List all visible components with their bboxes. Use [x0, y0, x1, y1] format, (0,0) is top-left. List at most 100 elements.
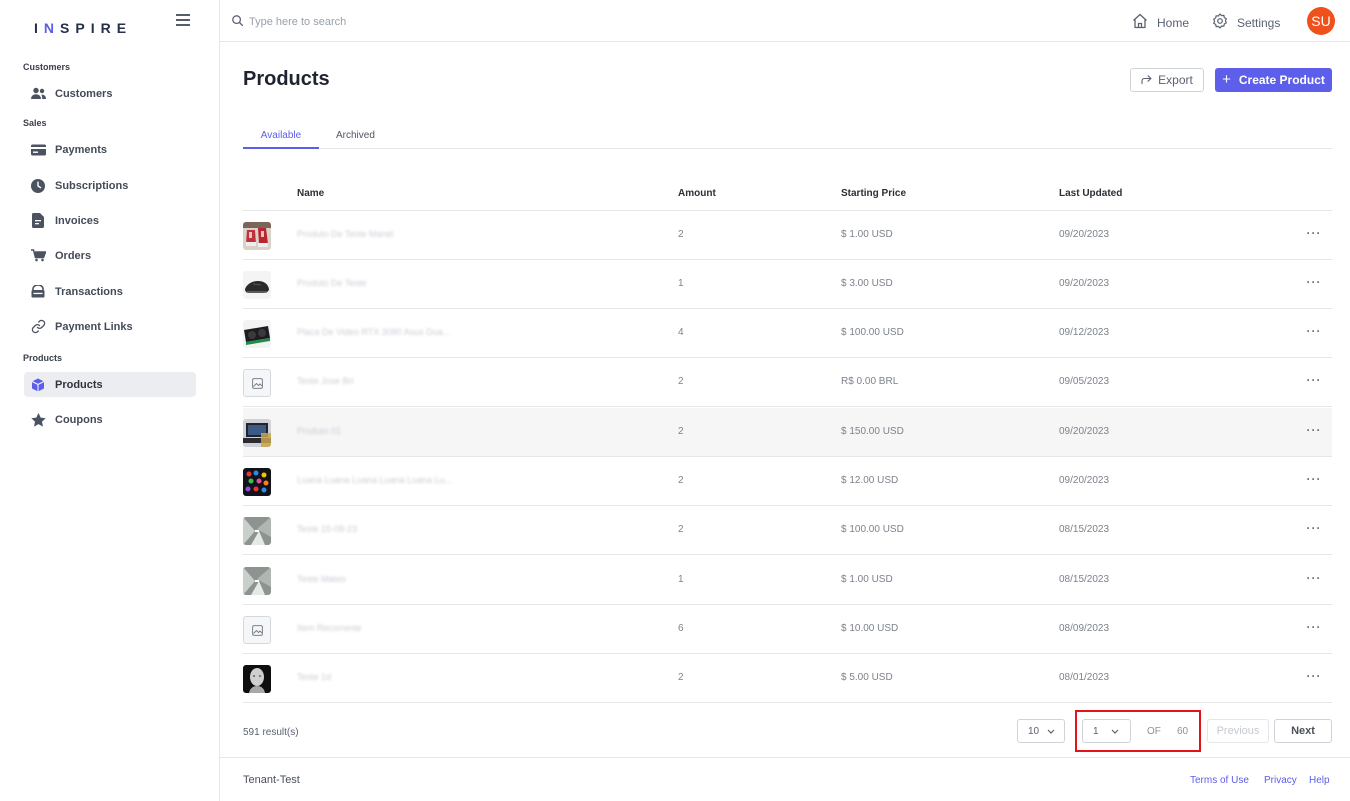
- product-price: $ 5.00 USD: [841, 672, 893, 683]
- table-row[interactable]: Teste 15-08-23 2 $ 100.00 USD 08/15/2023…: [243, 506, 1332, 555]
- product-amount: 2: [678, 426, 684, 437]
- gear-icon: [1212, 13, 1228, 32]
- privacy-link[interactable]: Privacy: [1264, 775, 1297, 786]
- product-name[interactable]: Item Recorrente: [297, 623, 362, 633]
- product-amount: 2: [678, 376, 684, 387]
- sidebar-item-subscriptions[interactable]: Subscriptions: [24, 173, 196, 198]
- sidebar-item-label: Orders: [55, 249, 92, 262]
- menu-toggle-icon[interactable]: [176, 14, 190, 26]
- product-thumbnail: [243, 468, 271, 496]
- product-updated: 08/09/2023: [1059, 623, 1110, 634]
- product-name[interactable]: Produto 01: [297, 426, 341, 436]
- sidebar-item-payment-links[interactable]: Payment Links: [24, 314, 196, 339]
- sidebar-item-invoices[interactable]: Invoices: [24, 208, 196, 233]
- more-horizontal-icon[interactable]: ···: [1306, 422, 1322, 438]
- terms-link[interactable]: Terms of Use: [1190, 775, 1249, 786]
- product-name[interactable]: Teste 1d: [297, 672, 331, 682]
- home-label: Home: [1157, 15, 1190, 30]
- previous-button[interactable]: Previous: [1207, 719, 1269, 743]
- product-updated: 09/12/2023: [1059, 327, 1110, 338]
- tab-archived[interactable]: Archived: [336, 130, 375, 149]
- sidebar-item-products[interactable]: Products: [24, 372, 196, 397]
- home-link[interactable]: Home: [1132, 13, 1189, 32]
- column-header-name[interactable]: Name: [297, 188, 324, 199]
- product-updated: 09/20/2023: [1059, 229, 1110, 240]
- product-thumbnail: [243, 271, 271, 299]
- product-name[interactable]: Produto De Teste: [297, 278, 366, 288]
- next-button[interactable]: Next: [1274, 719, 1332, 743]
- cube-icon: [30, 377, 46, 393]
- product-name[interactable]: Teste 15-08-23: [297, 524, 357, 534]
- create-product-button[interactable]: + Create Product: [1215, 68, 1332, 92]
- table-row[interactable]: Produto De Teste 1 $ 3.00 USD 09/20/2023…: [243, 260, 1332, 309]
- more-horizontal-icon[interactable]: ···: [1306, 520, 1322, 536]
- product-thumbnail: [243, 517, 271, 545]
- more-horizontal-icon[interactable]: ···: [1306, 570, 1322, 586]
- product-thumbnail: [243, 320, 271, 348]
- star-icon: [30, 412, 46, 428]
- product-amount: 2: [678, 229, 684, 240]
- footer: Tenant-Test Terms of Use Privacy Help: [220, 757, 1350, 801]
- create-product-label: Create Product: [1238, 73, 1325, 87]
- more-horizontal-icon[interactable]: ···: [1306, 274, 1322, 290]
- sidebar-item-label: Transactions: [55, 285, 123, 298]
- column-header-starting-price[interactable]: Starting Price: [841, 188, 906, 199]
- more-horizontal-icon[interactable]: ···: [1306, 225, 1322, 241]
- more-horizontal-icon[interactable]: ···: [1306, 619, 1322, 635]
- table-row[interactable]: Teste 1d 2 $ 5.00 USD 08/01/2023 ···: [243, 654, 1332, 703]
- share-arrow-icon: [1141, 73, 1152, 87]
- product-thumbnail: [243, 665, 271, 693]
- product-amount: 2: [678, 475, 684, 486]
- more-horizontal-icon[interactable]: ···: [1306, 471, 1322, 487]
- product-price: $ 1.00 USD: [841, 574, 893, 585]
- more-horizontal-icon[interactable]: ···: [1306, 372, 1322, 388]
- product-price: R$ 0.00 BRL: [841, 376, 899, 387]
- avatar[interactable]: SU: [1307, 7, 1335, 35]
- sidebar-item-coupons[interactable]: Coupons: [24, 407, 196, 432]
- table-row[interactable]: Produto 01 2 $ 150.00 USD 09/20/2023 ···: [243, 408, 1332, 457]
- column-header-last-updated[interactable]: Last Updated: [1059, 188, 1122, 199]
- tab-bar: Available Archived: [243, 126, 1332, 149]
- product-name[interactable]: Luana Luana Luana Luana Luana Lu...: [297, 475, 452, 485]
- column-header-amount[interactable]: Amount: [678, 188, 716, 199]
- export-button[interactable]: Export: [1130, 68, 1204, 92]
- table-row[interactable]: Teste Mateo 1 $ 1.00 USD 08/15/2023 ···: [243, 556, 1332, 605]
- product-name[interactable]: Placa De Video RTX 3080 Asus Dua...: [297, 327, 450, 337]
- product-name[interactable]: Teste Jose Bri: [297, 376, 354, 386]
- clock-icon: [30, 178, 46, 194]
- sidebar-item-label: Subscriptions: [55, 179, 129, 192]
- chevron-down-icon: [1047, 726, 1055, 737]
- more-horizontal-icon[interactable]: ···: [1306, 323, 1322, 339]
- product-updated: 09/20/2023: [1059, 278, 1110, 289]
- page-size-select[interactable]: 10: [1017, 719, 1065, 743]
- sidebar-item-label: Products: [55, 378, 103, 391]
- page-title: Products: [243, 68, 330, 90]
- tab-available[interactable]: Available: [243, 130, 319, 149]
- table-row[interactable]: Produto De Teste Manel 2 $ 1.00 USD 09/2…: [243, 211, 1332, 260]
- sidebar-item-transactions[interactable]: Transactions: [24, 279, 196, 304]
- help-link[interactable]: Help: [1309, 775, 1330, 786]
- product-name[interactable]: Produto De Teste Manel: [297, 229, 393, 239]
- sidebar-item-customers[interactable]: Customers: [24, 81, 196, 106]
- logo[interactable]: INSPIRE: [34, 20, 132, 36]
- sidebar-item-payments[interactable]: Payments: [24, 137, 196, 162]
- export-label: Export: [1158, 73, 1193, 87]
- product-updated: 09/20/2023: [1059, 426, 1110, 437]
- more-horizontal-icon[interactable]: ···: [1306, 668, 1322, 684]
- search-input[interactable]: [249, 16, 549, 28]
- sidebar-item-label: Payments: [55, 143, 107, 156]
- image-placeholder-icon: [243, 616, 271, 644]
- settings-link[interactable]: Settings: [1212, 13, 1280, 32]
- table-row[interactable]: Luana Luana Luana Luana Luana Lu... 2 $ …: [243, 457, 1332, 506]
- product-name[interactable]: Teste Mateo: [297, 574, 346, 584]
- document-icon: [30, 213, 46, 229]
- results-count: 591 result(s): [243, 727, 299, 738]
- product-price: $ 10.00 USD: [841, 623, 899, 634]
- table-row[interactable]: Placa De Video RTX 3080 Asus Dua... 4 $ …: [243, 309, 1332, 358]
- home-icon: [1132, 13, 1148, 32]
- highlight-annotation: [1075, 710, 1201, 752]
- product-amount: 4: [678, 327, 684, 338]
- table-row[interactable]: Teste Jose Bri 2 R$ 0.00 BRL 09/05/2023 …: [243, 358, 1332, 407]
- sidebar-item-orders[interactable]: Orders: [24, 243, 196, 268]
- table-row[interactable]: Item Recorrente 6 $ 10.00 USD 08/09/2023…: [243, 605, 1332, 654]
